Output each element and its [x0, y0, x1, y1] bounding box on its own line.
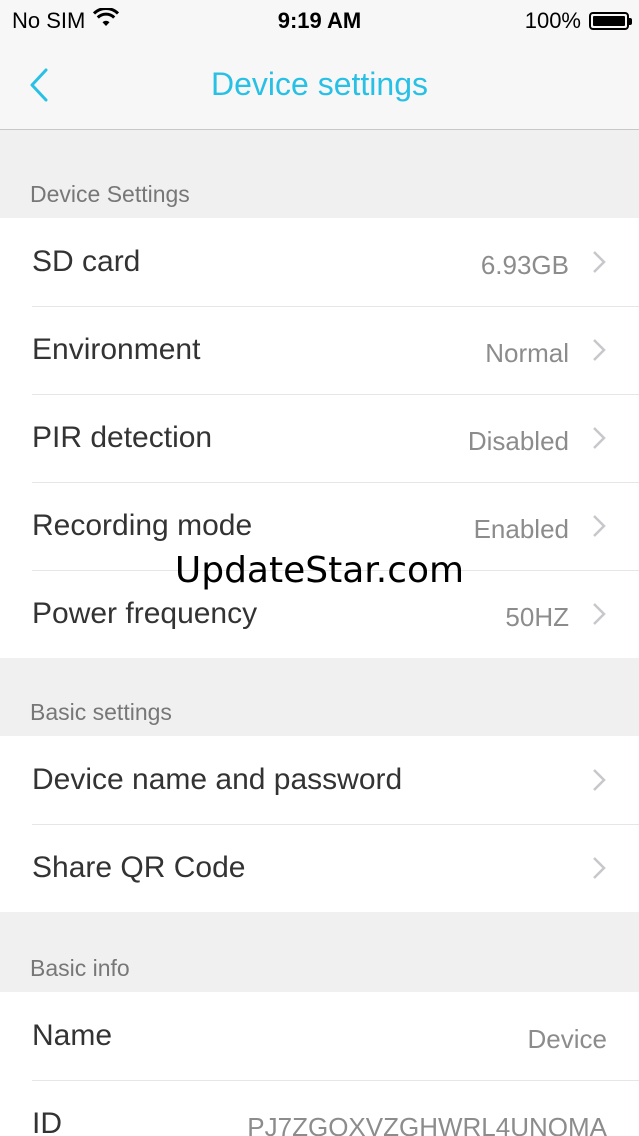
row-sd-card[interactable]: SD card 6.93GB	[0, 218, 639, 306]
row-share-qr-code[interactable]: Share QR Code	[0, 824, 639, 912]
chevron-right-icon	[593, 339, 606, 361]
row-pir-detection[interactable]: PIR detection Disabled	[0, 394, 639, 482]
row-value: Disabled	[467, 426, 569, 456]
row-label: Environment	[32, 333, 201, 366]
row-label: Name	[32, 1019, 113, 1052]
chevron-right-icon	[593, 769, 606, 791]
row-name: Name Device	[0, 992, 639, 1080]
section-header-basic-info: Basic info	[0, 912, 639, 992]
row-label: PIR detection	[32, 421, 213, 454]
device-settings-group: SD card 6.93GB Environment Normal PIR de…	[0, 218, 639, 658]
row-label: SD card	[32, 245, 141, 278]
row-label: Share QR Code	[32, 851, 246, 884]
basic-settings-group: Device name and password Share QR Code	[0, 736, 639, 912]
watermark-text: UpdateStar.com	[174, 550, 465, 591]
section-header-label: Basic info	[30, 955, 130, 981]
battery-fill	[593, 16, 625, 26]
chevron-right-icon	[593, 427, 606, 449]
row-label: Recording mode	[32, 509, 253, 542]
row-id: ID PJ7ZGOXVZGHWRL4UNQMA	[0, 1080, 639, 1136]
row-device-name-password[interactable]: Device name and password	[0, 736, 639, 824]
chevron-right-icon	[593, 515, 606, 537]
device-settings-screen: No SIM 9:19 AM 100% Device settings Devi…	[0, 0, 639, 1136]
row-value: Device	[527, 1024, 607, 1054]
row-label: Device name and password	[32, 763, 403, 796]
section-header-basic-settings: Basic settings	[0, 658, 639, 736]
section-header-label: Basic settings	[30, 699, 172, 725]
page-title: Device settings	[211, 66, 428, 102]
chevron-right-icon	[593, 251, 606, 273]
status-right: 100%	[524, 8, 632, 34]
basic-info-group: Name Device ID PJ7ZGOXVZGHWRL4UNQMA	[0, 992, 639, 1136]
row-environment[interactable]: Environment Normal	[0, 306, 639, 394]
row-label: Power frequency	[32, 597, 258, 630]
row-value: Normal	[485, 338, 569, 368]
chevron-right-icon	[593, 603, 606, 625]
status-bar: No SIM 9:19 AM 100%	[0, 0, 639, 42]
chevron-right-icon	[593, 857, 606, 879]
battery-percent: 100%	[524, 8, 581, 33]
battery-icon	[589, 12, 632, 30]
row-value: 50HZ	[505, 602, 569, 632]
row-value: Enabled	[473, 514, 569, 544]
section-header-device-settings: Device Settings	[0, 130, 639, 218]
row-value: PJ7ZGOXVZGHWRL4UNQMA	[247, 1112, 607, 1136]
row-label: ID	[32, 1107, 62, 1136]
nav-bar: Device settings	[0, 42, 639, 130]
section-header-label: Device Settings	[30, 181, 190, 207]
row-value: 6.93GB	[480, 250, 569, 280]
